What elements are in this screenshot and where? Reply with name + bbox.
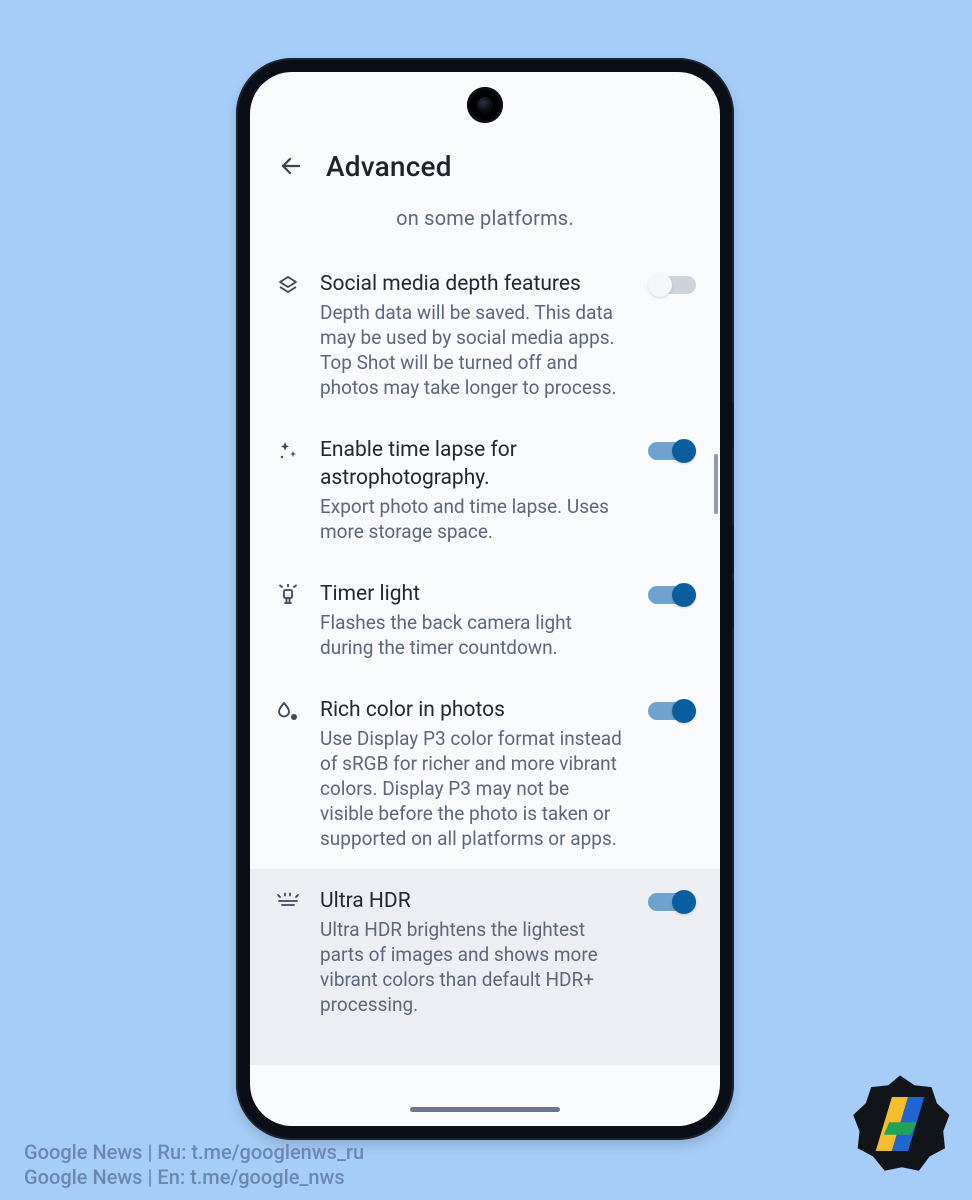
hardware-button <box>732 580 734 628</box>
setting-subtitle: Export photo and time lapse. Uses more s… <box>320 494 624 544</box>
setting-title: Social media depth features <box>320 270 624 298</box>
caption-line: Google News | Ru: t.me/googlenws_ru <box>24 1140 364 1165</box>
page-title: Advanced <box>326 150 452 183</box>
sparkle-icon <box>274 438 302 466</box>
nav-bar-handle[interactable] <box>410 1107 560 1112</box>
setting-row-astro-timelapse[interactable]: Enable time lapse for astrophotography. … <box>250 418 720 562</box>
settings-list[interactable]: on some platforms. Social media depth fe… <box>250 206 720 1126</box>
watermark-logo <box>846 1070 954 1178</box>
toggle-switch[interactable] <box>648 889 696 915</box>
setting-subtitle: Depth data will be saved. This data may … <box>320 300 624 400</box>
hdr-icon <box>274 889 302 917</box>
layers-icon <box>274 272 302 300</box>
setting-row-ultra-hdr[interactable]: Ultra HDR Ultra HDR brightens the lighte… <box>250 869 720 1065</box>
back-icon[interactable] <box>278 153 304 179</box>
setting-subtitle: Flashes the back camera light during the… <box>320 610 624 660</box>
camera-notch <box>467 87 503 123</box>
setting-row-timer-light[interactable]: Timer light Flashes the back camera ligh… <box>250 562 720 678</box>
hardware-button <box>732 402 734 448</box>
hardware-button <box>732 526 734 574</box>
toggle-switch[interactable] <box>648 698 696 724</box>
caption-line: Google News | En: t.me/google_nws <box>24 1165 364 1190</box>
cutoff-text: on some platforms. <box>250 206 720 230</box>
setting-subtitle: Use Display P3 color format instead of s… <box>320 726 624 851</box>
toggle-switch[interactable] <box>648 438 696 464</box>
setting-title: Timer light <box>320 580 624 608</box>
setting-row-social-depth[interactable]: Social media depth features Depth data w… <box>250 252 720 418</box>
phone-frame: Advanced on some platforms. Social media… <box>236 58 734 1140</box>
setting-subtitle: Ultra HDR brightens the lightest parts o… <box>320 917 624 1017</box>
timer-light-icon <box>274 582 302 610</box>
setting-row-rich-color[interactable]: Rich color in photos Use Display P3 colo… <box>250 678 720 869</box>
setting-title: Rich color in photos <box>320 696 624 724</box>
setting-title: Ultra HDR <box>320 887 624 915</box>
setting-title: Enable time lapse for astrophotography. <box>320 436 624 492</box>
watermark-caption: Google News | Ru: t.me/googlenws_ru Goog… <box>24 1140 364 1190</box>
toggle-switch[interactable] <box>648 272 696 298</box>
color-drop-icon <box>274 698 302 726</box>
scrollbar-indicator <box>714 454 718 514</box>
toggle-switch[interactable] <box>648 582 696 608</box>
